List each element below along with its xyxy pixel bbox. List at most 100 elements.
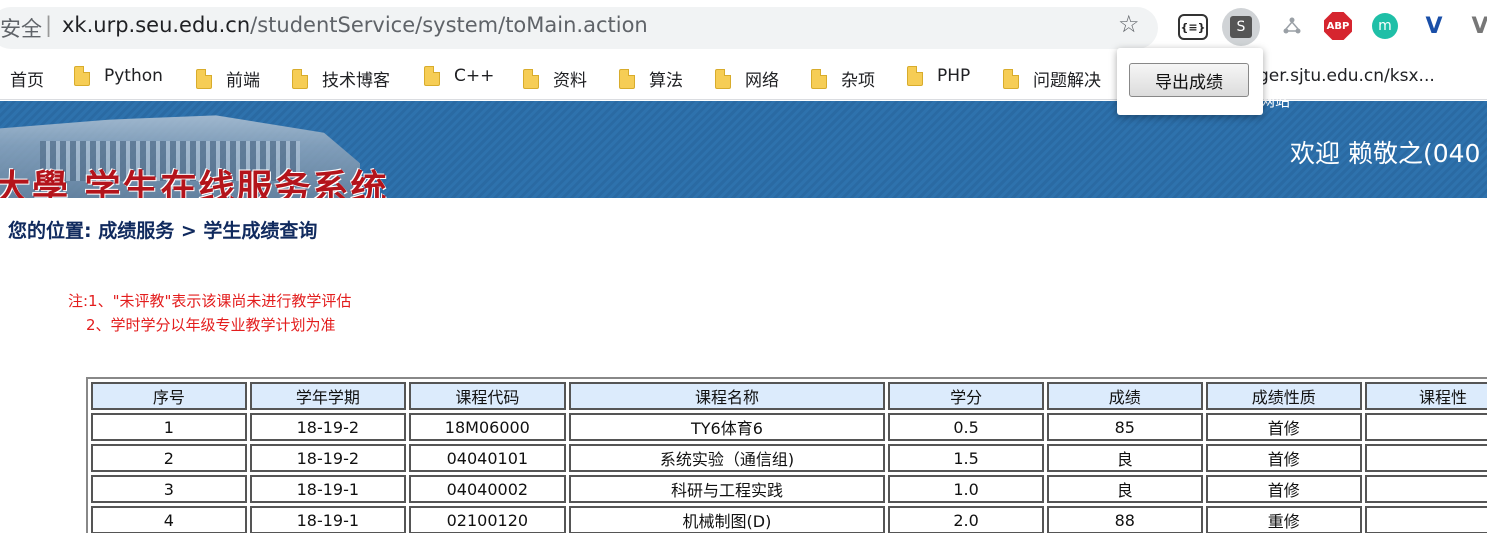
table-row: 4 18-19-1 02100120 机械制图(D) 2.0 88 重修: [91, 506, 1487, 533]
bookmark-folder-frontend[interactable]: 前端: [196, 66, 260, 91]
bookmark-tail-partial: 网站: [1260, 92, 1291, 110]
bookmark-folder-network[interactable]: 网络: [715, 66, 779, 91]
url-text[interactable]: xk.urp.seu.edu.cn/studentService/system/…: [62, 13, 648, 37]
cell-index: 1: [91, 413, 247, 441]
cell-course-name: 机械制图(D): [568, 506, 886, 533]
cell-course-name: 科研与工程实践: [568, 475, 886, 503]
header-course-code[interactable]: 课程代码: [408, 382, 566, 410]
folder-icon: [619, 68, 635, 89]
bookmark-label: 前端: [226, 71, 260, 91]
bookmark-home[interactable]: 首页: [10, 66, 44, 91]
bookmark-label: C++: [454, 66, 495, 86]
cell-index: 4: [91, 506, 247, 533]
v-extension-grey-icon[interactable]: V: [1466, 12, 1487, 40]
bookmark-folder-misc[interactable]: 杂项: [811, 66, 875, 91]
header-index[interactable]: 序号: [91, 382, 247, 410]
cell-course-type: [1364, 506, 1487, 533]
url-path: /studentService/system/toMain.action: [250, 13, 648, 37]
table-header-row: 序号 学年学期 课程代码 课程名称 学分 成绩 成绩性质 课程性: [91, 382, 1487, 410]
cell-grade: 85: [1046, 413, 1203, 441]
bookmark-folder-php[interactable]: PHP: [907, 66, 970, 86]
v-extension-icon[interactable]: V: [1420, 12, 1448, 40]
folder-icon: [907, 66, 923, 86]
s-extension-glyph: S: [1230, 16, 1252, 38]
welcome-text: 欢迎 赖敬之(040: [1290, 139, 1481, 168]
header-course-type[interactable]: 课程性: [1364, 382, 1487, 410]
folder-icon: [1003, 68, 1019, 89]
folder-icon: [523, 68, 539, 89]
folder-icon: [811, 68, 827, 89]
cell-credits: 0.5: [888, 413, 1044, 441]
cell-course-type: [1364, 444, 1487, 472]
table-row: 2 18-19-2 04040101 系统实验（通信组) 1.5 良 首修: [91, 444, 1487, 472]
cell-grade: 良: [1046, 475, 1203, 503]
folder-icon: [196, 68, 212, 89]
cell-course-type: [1364, 475, 1487, 503]
folder-icon: [424, 66, 440, 86]
header-grade-type[interactable]: 成绩性质: [1205, 382, 1362, 410]
header-credits[interactable]: 学分: [888, 382, 1044, 410]
bookmark-home-label: 首页: [10, 71, 44, 91]
json-viewer-icon-label: {≡}: [1180, 20, 1206, 34]
bookmark-label: 问题解决: [1033, 71, 1101, 91]
bookmark-folder-tech-blog[interactable]: 技术博客: [292, 66, 390, 91]
cell-course-name: TY6体育6: [568, 413, 886, 441]
bookmark-folder-cpp[interactable]: C++: [424, 66, 494, 86]
cell-term: 18-19-2: [249, 444, 406, 472]
folder-icon: [715, 68, 731, 89]
s-extension-icon[interactable]: S: [1222, 8, 1260, 46]
adblock-plus-icon[interactable]: ABP: [1324, 12, 1352, 40]
table-row: 1 18-19-2 18M06000 TY6体育6 0.5 85 首修: [91, 413, 1487, 441]
cell-term: 18-19-1: [249, 506, 406, 533]
breadcrumb: 您的位置: 成绩服务 > 学生成绩查询: [8, 220, 318, 242]
cell-grade-type: 重修: [1205, 506, 1362, 533]
cell-credits: 2.0: [888, 506, 1044, 533]
cell-course-code: 04040002: [408, 475, 566, 503]
bookmark-label: 杂项: [841, 71, 875, 91]
bookmark-folder-problem-solving[interactable]: 问题解决: [1003, 66, 1101, 91]
header-course-name[interactable]: 课程名称: [568, 382, 886, 410]
cell-course-name: 系统实验（通信组): [568, 444, 886, 472]
address-separator: |: [45, 13, 53, 37]
header-grade[interactable]: 成绩: [1046, 382, 1203, 410]
banner-title: 大學 学生在线服务系统: [0, 167, 389, 198]
cell-grade: 良: [1046, 444, 1203, 472]
url-host: xk.urp.seu.edu.cn: [62, 13, 251, 37]
folder-icon: [74, 66, 90, 86]
browser-toolbar: 安全 | xk.urp.seu.edu.cn/studentService/sy…: [0, 0, 1487, 56]
cell-grade-type: 首修: [1205, 413, 1362, 441]
security-label[interactable]: 安全: [0, 13, 42, 43]
bookmark-label: 资料: [553, 71, 587, 91]
network-icon[interactable]: [1278, 12, 1306, 40]
bookmark-sjtu[interactable]: ger.sjtu.edu.cn/ksx...: [1258, 66, 1435, 86]
header-term[interactable]: 学年学期: [249, 382, 406, 410]
grades-table: 序号 学年学期 课程代码 课程名称 学分 成绩 成绩性质 课程性 1 18-19…: [86, 377, 1487, 533]
cell-term: 18-19-1: [249, 475, 406, 503]
cell-course-code: 04040101: [408, 444, 566, 472]
star-icon[interactable]: ☆: [1118, 12, 1140, 36]
site-banner: 大學 学生在线服务系统 欢迎 赖敬之(040: [0, 101, 1487, 198]
bookmark-folder-algorithms[interactable]: 算法: [619, 66, 683, 91]
extension-popup: 导出成绩: [1117, 48, 1263, 115]
cell-course-code: 18M06000: [408, 413, 566, 441]
cell-grade: 88: [1046, 506, 1203, 533]
cell-credits: 1.5: [888, 444, 1044, 472]
bookmark-label: 算法: [649, 71, 683, 91]
cell-grade-type: 首修: [1205, 475, 1362, 503]
cell-index: 2: [91, 444, 247, 472]
m-extension-icon[interactable]: m: [1372, 13, 1398, 39]
export-grades-button[interactable]: 导出成绩: [1129, 63, 1249, 97]
bookmark-folder-resources[interactable]: 资料: [523, 66, 587, 91]
note-line-2: 2、学时学分以年级专业教学计划为准: [86, 316, 336, 334]
bookmark-label: 技术博客: [322, 71, 390, 91]
table-row: 3 18-19-1 04040002 科研与工程实践 1.0 良 首修: [91, 475, 1487, 503]
bookmark-label: PHP: [937, 66, 971, 86]
bookmark-label: 网络: [745, 71, 779, 91]
cell-index: 3: [91, 475, 247, 503]
json-viewer-icon[interactable]: {≡}: [1178, 14, 1208, 40]
cell-term: 18-19-2: [249, 413, 406, 441]
note-line-1: 注:1、"未评教"表示该课尚未进行教学评估: [68, 292, 352, 310]
bookmark-folder-python[interactable]: Python: [74, 66, 163, 86]
cell-course-code: 02100120: [408, 506, 566, 533]
cell-credits: 1.0: [888, 475, 1044, 503]
